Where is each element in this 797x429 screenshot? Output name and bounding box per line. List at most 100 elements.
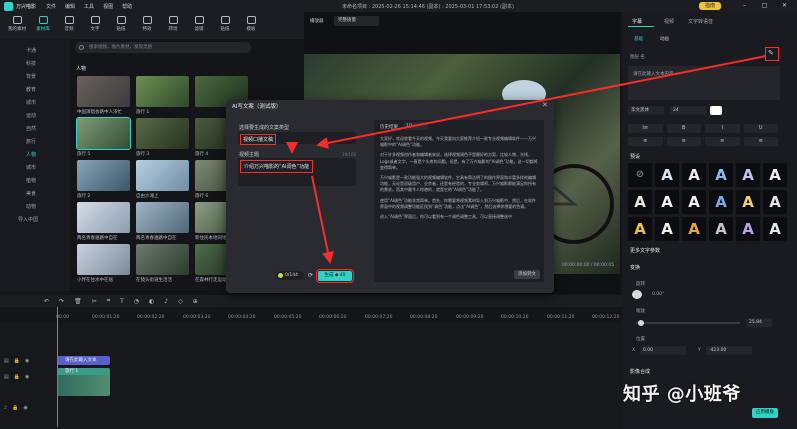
playhead[interactable] <box>57 307 58 427</box>
preset-item[interactable]: A <box>628 190 652 214</box>
category-item[interactable]: 卡通 <box>0 45 70 58</box>
preset-item[interactable]: A <box>682 217 706 241</box>
media-thumb[interactable] <box>76 117 131 150</box>
menu-help[interactable]: 帮助 <box>122 3 132 10</box>
category-item[interactable]: 动物 <box>0 201 70 214</box>
preset-item[interactable]: A <box>736 163 760 187</box>
preset-item[interactable]: A <box>628 217 652 241</box>
toolbar-filters[interactable]: 滤镜 <box>188 16 210 39</box>
toolbar-templates[interactable]: 模板 <box>240 16 262 39</box>
rotate-knob[interactable] <box>632 290 642 299</box>
generate-button[interactable]: 生成 ◆ 40 <box>316 269 354 283</box>
preset-item[interactable]: A <box>763 190 787 214</box>
audio-icon[interactable]: ♪ <box>164 298 168 305</box>
eye-icon[interactable]: ◉ <box>25 374 29 380</box>
font-select[interactable]: 华文黑体 <box>628 106 664 115</box>
timeline-ruler[interactable]: 00:00 00:00:01:20 00:00:02:20 00:00:03:2… <box>56 313 622 323</box>
category-item[interactable]: 背景 <box>0 71 70 84</box>
category-item[interactable]: 科技 <box>0 58 70 71</box>
preset-item[interactable]: A <box>763 217 787 241</box>
toolbar-sticker[interactable]: 贴纸 <box>110 16 132 39</box>
marker-icon[interactable]: ◇ <box>178 298 183 305</box>
scale-slider[interactable] <box>636 320 740 326</box>
menu-tools[interactable]: 工具 <box>84 3 94 10</box>
category-item[interactable]: 城市 <box>0 97 70 110</box>
text-clip[interactable]: 请在此输入文本 <box>57 356 110 365</box>
toolbar-stock-media[interactable]: 素材库 <box>32 16 54 39</box>
tab-video[interactable]: 视频 <box>664 18 674 25</box>
lock-icon[interactable]: 🔒 <box>12 405 18 411</box>
text-content-input[interactable]: 请在此输入文本内容 <box>628 66 780 100</box>
toolbar-text[interactable]: 文字 <box>84 16 106 39</box>
import-china-link[interactable]: 导入中国 <box>0 214 70 227</box>
add-to-text-button[interactable]: 添加到文 <box>514 270 540 279</box>
media-thumb[interactable] <box>77 76 130 107</box>
bold-button[interactable]: B <box>666 124 701 133</box>
maximize-icon[interactable]: □ <box>760 2 769 10</box>
category-item-people[interactable]: 人物 <box>0 149 70 162</box>
media-thumb[interactable] <box>136 244 189 275</box>
preset-item[interactable]: A <box>655 163 679 187</box>
lock-icon[interactable]: 🔒 <box>14 358 20 364</box>
tab-subtitle[interactable]: 字幕 <box>632 18 642 25</box>
preset-item[interactable]: A <box>709 217 733 241</box>
menu-edit[interactable]: 编辑 <box>65 3 75 10</box>
pos-y-input[interactable]: -423.00 <box>706 346 752 355</box>
category-item[interactable]: 美食 <box>0 188 70 201</box>
menu-file[interactable]: 文件 <box>46 3 56 10</box>
preset-item[interactable]: A <box>709 163 733 187</box>
search-input[interactable]: 搜索视频、图片素材，发现灵感 <box>75 42 251 53</box>
lock-icon[interactable]: 🔒 <box>14 374 20 380</box>
style-button[interactable]: I≡ <box>628 124 663 133</box>
upgrade-button[interactable]: 指南 <box>699 2 721 10</box>
more-params-label[interactable]: 更多文字参数 <box>630 247 660 254</box>
media-thumb[interactable] <box>77 244 130 275</box>
scale-input[interactable]: 25.84 <box>746 318 772 327</box>
redo-icon[interactable]: ↷ <box>59 298 64 305</box>
category-item[interactable]: 自然 <box>0 123 70 136</box>
delete-icon[interactable]: 🗑 <box>74 298 82 305</box>
media-thumb[interactable] <box>136 160 189 191</box>
video-clip[interactable]: 旅行 1 <box>57 368 110 396</box>
preset-item[interactable]: A <box>655 217 679 241</box>
preset-item[interactable]: A <box>682 190 706 214</box>
crop-icon[interactable]: ⌗ <box>107 297 110 305</box>
align-center-button[interactable]: ≡ <box>666 137 701 146</box>
subtab-basic[interactable]: 基础 <box>634 36 643 42</box>
refresh-icon[interactable]: ⟳ <box>308 272 313 279</box>
media-thumb[interactable] <box>136 118 189 149</box>
toolbar-transitions[interactable]: 转场 <box>162 16 184 39</box>
preset-item[interactable]: A <box>709 190 733 214</box>
pos-x-input[interactable]: 0.00 <box>640 346 686 355</box>
preset-item[interactable]: A <box>655 190 679 214</box>
color-icon[interactable]: ◐ <box>149 298 154 305</box>
minimize-icon[interactable]: – <box>740 2 749 10</box>
undo-icon[interactable]: ↶ <box>44 298 49 305</box>
category-item[interactable]: 植物 <box>0 175 70 188</box>
dialog-close-icon[interactable]: ✕ <box>542 101 548 109</box>
zoom-icon[interactable]: ⊕ <box>193 298 198 305</box>
text-tool-icon[interactable]: T <box>120 298 124 305</box>
preset-item[interactable]: A <box>763 163 787 187</box>
align-right-button[interactable]: ≡ <box>705 137 740 146</box>
eye-icon[interactable]: ◉ <box>25 358 29 364</box>
toolbar-my-media[interactable]: 我的素材 <box>6 16 28 39</box>
quality-select[interactable]: 完整质量 <box>334 16 379 26</box>
category-item[interactable]: 教育 <box>0 84 70 97</box>
preset-item[interactable]: A <box>736 217 760 241</box>
close-icon[interactable]: ✕ <box>780 2 789 10</box>
mute-icon[interactable]: ◉ <box>23 405 27 411</box>
menu-view[interactable]: 视图 <box>103 3 113 10</box>
preset-item[interactable]: A <box>682 163 706 187</box>
media-thumb[interactable] <box>77 160 130 191</box>
underline-button[interactable]: U <box>743 124 778 133</box>
history-select[interactable]: 1/1 <box>404 122 428 130</box>
media-thumb[interactable] <box>136 76 189 107</box>
rotate-value[interactable]: 0.00° <box>652 292 664 297</box>
speed-icon[interactable]: ◔ <box>134 298 139 305</box>
category-item[interactable]: 运动 <box>0 110 70 123</box>
category-item[interactable]: 旅行 <box>0 136 70 149</box>
toolbar-audio[interactable]: 音频 <box>58 16 80 39</box>
topic-value[interactable]: 介绍万兴喵影的“AI调色”功能 <box>240 160 314 173</box>
toolbar-stickers-2[interactable]: 贴纸 <box>214 16 236 39</box>
